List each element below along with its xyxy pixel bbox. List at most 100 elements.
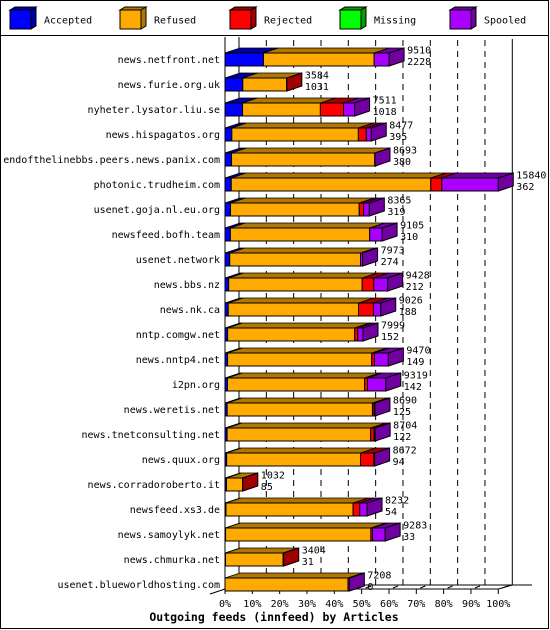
bar-segment-accepted (224, 277, 230, 292)
bar-segment-top-refused (231, 147, 390, 154)
accepted-value-label: 188 (399, 307, 417, 318)
bar-segment-refused (230, 177, 432, 192)
bar-segment-accepted (224, 77, 244, 92)
category-label: usenet.blueworldhosting.com (57, 580, 220, 591)
bar-segment-spooled (373, 352, 389, 367)
bar-usenet.blueworldhosting.com (224, 572, 365, 592)
legend-swatch (9, 9, 32, 30)
bar-segment-rejected (357, 127, 367, 142)
bar-segment-spooled (373, 52, 390, 67)
bar-segment-rejected (430, 177, 443, 192)
offered-value-label: 8693 (393, 146, 417, 157)
bar-segment-top-refused (263, 47, 390, 54)
bar-news.chmurka.net (224, 547, 300, 567)
offered-value-label: 9470 (406, 346, 430, 357)
x-tick-label: 20% (271, 599, 289, 610)
offered-value-label: 8232 (385, 496, 409, 507)
bar-segment-refused (229, 252, 361, 267)
bar-nntp.comgw.net (224, 322, 379, 342)
category-label: news.tnetconsulting.net (82, 430, 220, 441)
offered-value-label: 7999 (381, 321, 405, 332)
bar-segment-top-refused (227, 372, 380, 379)
x-tick-label: 30% (298, 599, 316, 610)
bar-segment-accepted (224, 127, 233, 142)
bar-segment-accepted (224, 102, 244, 117)
bar-segment-top-refused (231, 122, 374, 129)
bar-segment-top-refused (225, 497, 369, 504)
accepted-value-label: 310 (400, 232, 418, 243)
bar-segment-accepted (224, 252, 231, 267)
bar-newsfeed.xs3.de (224, 497, 383, 517)
category-label: newsfeed.bofh.team (112, 230, 220, 241)
offered-value-label: 9105 (400, 221, 424, 232)
bar-newsfeed.bofh.team (224, 222, 398, 242)
legend-swatch (449, 9, 472, 30)
bar-news.weretis.net (224, 397, 391, 417)
bar-usenet.goja.nl.eu.org (224, 197, 385, 217)
category-label: endofthelinebbs.peers.news.panix.com (3, 155, 220, 166)
bar-news.samoylyk.net (224, 522, 401, 542)
bar-segment-spooled (372, 302, 382, 317)
bar-segment-refused (242, 77, 288, 92)
legend-swatch-side (30, 6, 37, 30)
bar-segment-rejected (358, 202, 365, 217)
bar-news.nk.ca (224, 297, 397, 317)
accepted-value-label: 395 (389, 132, 407, 143)
category-label: news.corradoroberto.it (88, 480, 220, 491)
offered-value-label: 9319 (404, 371, 428, 382)
bar-segment-refused (224, 577, 349, 592)
accepted-value-label: 152 (381, 332, 399, 343)
bar-segment-rejected (319, 102, 344, 117)
bar-segment-refused (225, 527, 372, 542)
offered-value-label: 9510 (407, 46, 431, 57)
bar-segment-accepted (224, 152, 233, 167)
bar-segment-refused (231, 127, 359, 142)
accepted-value-label: 1018 (373, 107, 397, 118)
offered-value-label: 9428 (406, 271, 430, 282)
category-label: photonic.trudheim.com (94, 180, 220, 191)
bar-segment-top-refused (226, 422, 386, 429)
x-tick-label: 40% (325, 599, 343, 610)
innfeed-articles-chart: Accepted Refused Rejected Missing Spooled ne… (0, 0, 549, 629)
offered-value-label: 3584 (305, 71, 329, 82)
category-label: news.weretis.net (124, 405, 220, 416)
bar-news.bbs.nz (224, 272, 404, 292)
offered-value-label: 8704 (393, 421, 417, 432)
bar-segment-top-refused (227, 347, 387, 354)
accepted-value-label: 319 (387, 207, 405, 218)
offered-value-label: 15840 (516, 171, 546, 182)
accepted-value-label: 31 (302, 557, 314, 568)
bar-nyheter.lysator.liu.se (224, 97, 371, 117)
bar-usenet.network (224, 247, 379, 267)
bar-news.netfront.net (224, 47, 405, 67)
bar-news.tnetconsulting.net (224, 422, 391, 442)
offered-value-label: 8690 (393, 396, 417, 407)
bar-segment-top-refused (231, 172, 446, 179)
bar-segment-refused (227, 302, 360, 317)
offered-value-label: 8477 (389, 121, 413, 132)
offered-value-label: 9026 (399, 296, 423, 307)
category-label: news.quux.org (142, 455, 220, 466)
bar-segment-top-refused (225, 522, 387, 529)
bar-segment-refused (226, 377, 366, 392)
category-label: news.nk.ca (160, 305, 220, 316)
bar-segment-refused (242, 102, 321, 117)
bar-news.nntp4.net (224, 347, 404, 367)
category-label: nyheter.lysator.liu.se (88, 105, 220, 116)
bar-segment-spooled (369, 227, 383, 242)
bar-segment-spooled (372, 527, 386, 542)
category-label: news.chmurka.net (124, 555, 220, 566)
category-label: i2pn.org (172, 380, 220, 391)
bar-segment-top-refused (228, 272, 378, 279)
legend-swatch (119, 9, 142, 30)
legend-swatch (229, 9, 252, 30)
legend-swatch-side (470, 6, 477, 30)
bar-news.hispagatos.org (224, 122, 387, 142)
legend-swatch-side (140, 6, 147, 30)
legend-swatch (339, 9, 362, 30)
category-label: newsfeed.xs3.de (130, 505, 220, 516)
bar-segment-top-refused (230, 222, 385, 229)
bar-segment-refused (229, 227, 371, 242)
x-tick-label: 0% (219, 599, 231, 610)
bar-news.quux.org (224, 447, 391, 467)
